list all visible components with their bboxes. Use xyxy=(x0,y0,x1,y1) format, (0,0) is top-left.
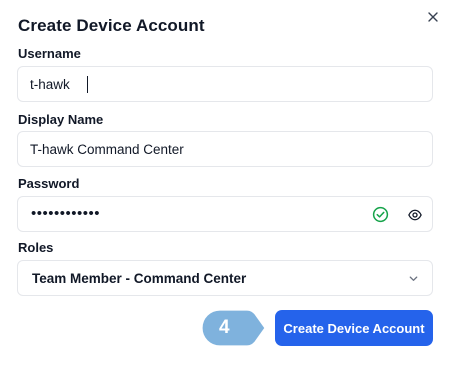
dialog-title: Create Device Account xyxy=(18,16,205,35)
check-circle-icon xyxy=(372,206,389,223)
username-label: Username xyxy=(18,46,81,61)
create-device-account-button[interactable]: Create Device Account xyxy=(275,310,433,346)
roles-select[interactable]: Team Member - Command Center xyxy=(17,260,433,296)
display-name-label: Display Name xyxy=(18,112,104,127)
display-name-field-wrapper xyxy=(17,131,433,167)
display-name-input[interactable] xyxy=(18,132,432,166)
create-device-account-dialog: Create Device Account Username Display N… xyxy=(0,0,452,365)
password-masked-value: •••••••••••• xyxy=(31,205,101,222)
chevron-down-icon xyxy=(409,276,418,281)
username-input[interactable] xyxy=(18,67,432,101)
step-number: 4 xyxy=(219,317,230,338)
step-marker: 4 xyxy=(201,309,267,347)
close-button[interactable] xyxy=(426,10,440,24)
password-field[interactable]: •••••••••••• xyxy=(17,196,433,232)
text-cursor xyxy=(87,76,88,93)
password-label: Password xyxy=(18,176,80,191)
roles-label: Roles xyxy=(18,240,54,255)
username-field-wrapper xyxy=(17,66,433,102)
close-icon xyxy=(428,12,438,22)
roles-selected-value: Team Member - Command Center xyxy=(32,271,247,286)
eye-icon[interactable] xyxy=(408,208,422,222)
